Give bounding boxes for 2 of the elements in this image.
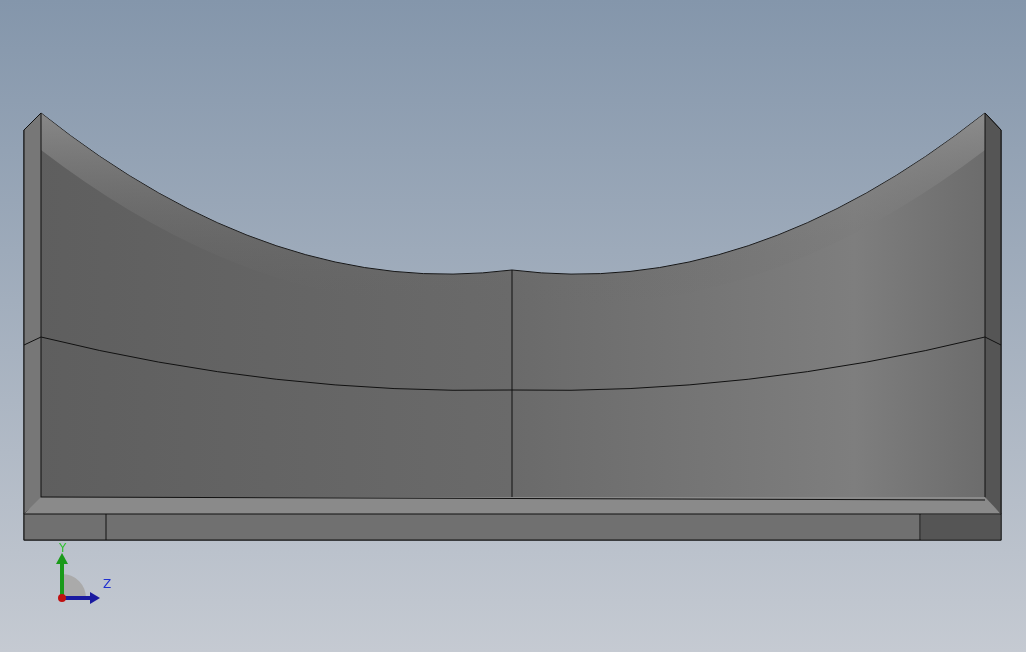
- z-axis-label: Z: [103, 578, 112, 590]
- y-axis-label: Y: [59, 542, 67, 554]
